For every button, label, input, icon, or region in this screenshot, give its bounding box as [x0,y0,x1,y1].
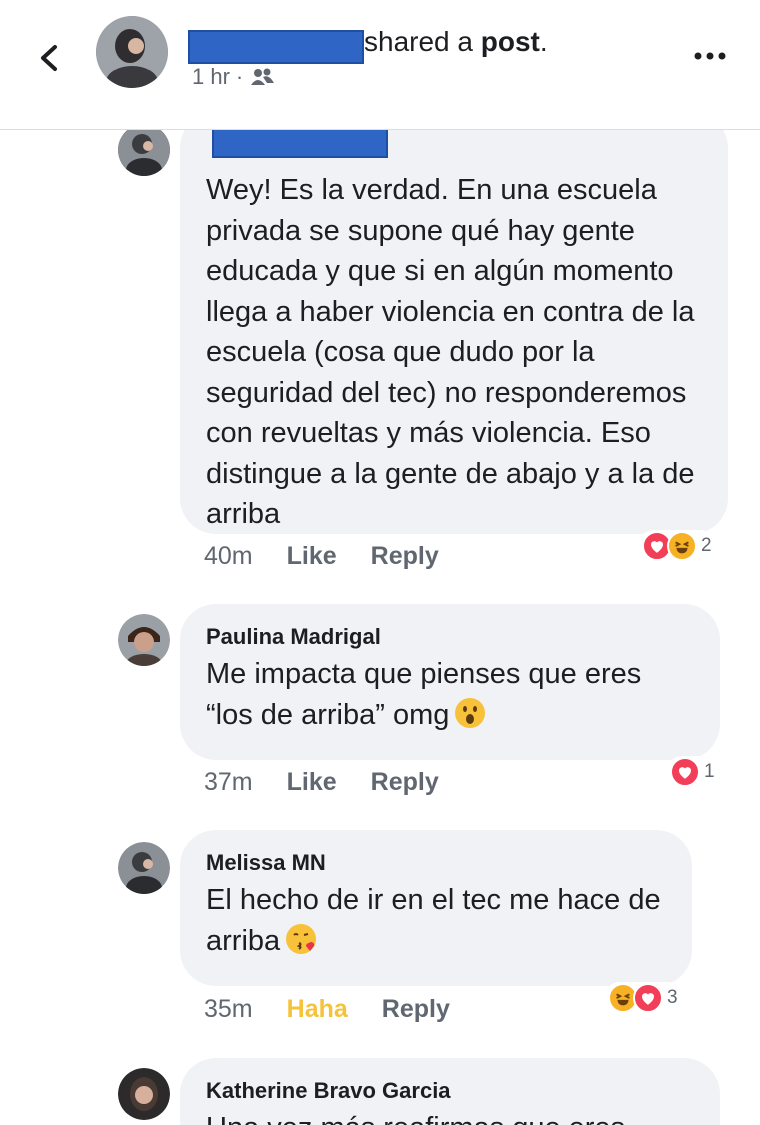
reply-button[interactable]: Reply [371,768,439,797]
commenter-avatar[interactable] [118,1068,170,1120]
haha-reaction-icon [667,531,697,561]
like-button[interactable]: Like [287,542,337,571]
reply-button[interactable]: Reply [382,995,450,1024]
commenter-avatar[interactable] [118,614,170,666]
reaction-summary[interactable]: 3 [604,982,682,1014]
comment-actions: 40m Like Reply [204,542,439,571]
reply-button[interactable]: Reply [371,542,439,571]
comment-text: Me impacta que pienses que eres “los de … [206,658,642,731]
post-meta: 1 hr · [192,64,275,90]
more-options-button[interactable] [690,46,730,66]
comment-time: 37m [204,768,253,796]
redacted-author-name [188,30,364,64]
comment-text: El hecho de ir en el tec me hace de arri… [206,884,661,957]
comment-actions: 35m Haha Reply [204,995,450,1024]
comment-bubble: Melissa MN El hecho de ir en el tec me h… [180,830,692,986]
commenter-name[interactable]: Katherine Bravo Garcia [206,1078,694,1104]
haha-button[interactable]: Haha [287,995,348,1024]
commenter-name[interactable]: Melissa MN [206,850,666,876]
face-blowing-kiss-emoji-icon [285,923,317,955]
comment-text: Wey! Es la verdad. En una escuela privad… [206,174,695,530]
post-header: shared a post. 1 hr · [0,0,760,130]
like-button[interactable]: Like [287,768,337,797]
post-link[interactable]: post [481,26,540,57]
love-reaction-icon [633,983,663,1013]
friends-icon [251,68,275,85]
comment-bubble: Katherine Bravo Garcia Una vez más reafi… [180,1058,720,1125]
comment-bubble: Wey! Es la verdad. En una escuela privad… [180,112,728,534]
reaction-count: 1 [704,761,715,782]
reaction-count: 3 [667,987,678,1008]
commenter-avatar[interactable] [118,842,170,894]
comment-actions: 37m Like Reply [204,768,439,797]
action-text: shared a [364,26,481,57]
back-button[interactable] [30,38,70,78]
author-avatar[interactable] [96,16,168,88]
reaction-count: 2 [701,535,712,556]
post-time[interactable]: 1 hr [192,64,230,90]
chevron-left-icon [41,45,57,71]
meta-separator: · [235,64,244,89]
astonished-face-emoji-icon [454,697,486,729]
action-suffix: . [539,26,548,57]
commenter-avatar[interactable] [118,124,170,176]
reaction-summary[interactable]: 2 [638,530,716,562]
comment-bubble: Paulina Madrigal Me impacta que pienses … [180,604,720,760]
reaction-summary[interactable]: 1 [666,756,719,788]
comment-time: 40m [204,542,253,570]
share-action-text: shared a post. [364,26,548,58]
commenter-name[interactable]: Paulina Madrigal [206,624,694,650]
more-horizontal-icon [694,52,726,60]
comment-text: Una vez más reafirmas que eres [206,1112,625,1125]
comment-time: 35m [204,995,253,1023]
love-reaction-icon [670,757,700,787]
